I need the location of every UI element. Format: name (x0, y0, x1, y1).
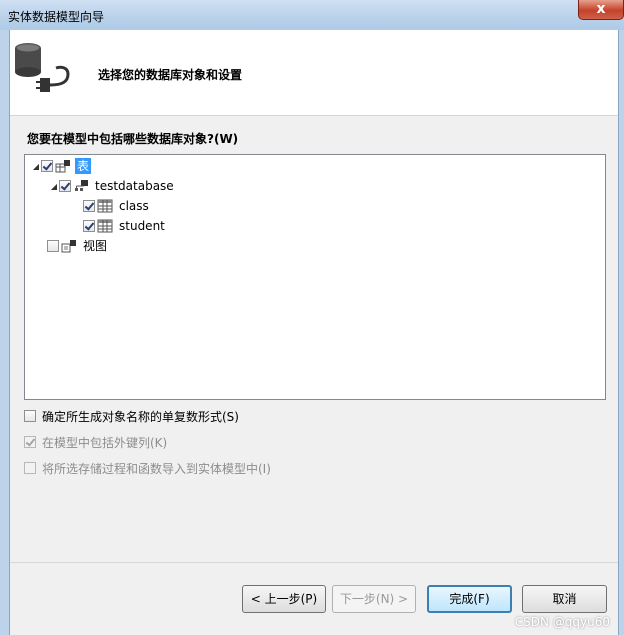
table-label[interactable]: student (117, 218, 167, 234)
window-title: 实体数据模型向导 (8, 10, 105, 24)
import-procedures-option: 将所选存储过程和函数导入到实体模型中(I) (24, 460, 271, 476)
page-title: 选择您的数据库对象和设置 (98, 68, 243, 82)
pluralize-label[interactable]: 确定所生成对象名称的单复数形式(S) (42, 408, 239, 425)
collapse-triangle-icon[interactable]: ◢ (49, 181, 59, 191)
views-label[interactable]: 视图 (81, 238, 109, 254)
watermark: CSDN @qqyu60 (514, 615, 610, 629)
foreign-keys-option: 在模型中包括外键列(K) (24, 434, 167, 450)
table-checkbox[interactable] (83, 220, 95, 232)
database-schema-icon (75, 180, 88, 191)
finish-button[interactable]: 完成(F) (427, 585, 512, 613)
window-frame-right (618, 30, 624, 635)
tables-label[interactable]: 表 (75, 158, 92, 174)
foreign-keys-checkbox (24, 436, 36, 448)
objects-question: 您要在模型中包括哪些数据库对象?(W) (27, 132, 239, 146)
cancel-button[interactable]: 取消 (522, 585, 607, 613)
tables-checkbox[interactable] (41, 160, 53, 172)
close-icon: x (596, 1, 606, 17)
tree-node-views[interactable]: 视图 (47, 237, 109, 255)
tree-node-database[interactable]: ◢ testdatabase (49, 177, 176, 195)
database-objects-tree[interactable]: ◢ 表 ◢ testdatabase class student 视图 (24, 154, 606, 400)
table-checkbox[interactable] (83, 200, 95, 212)
wizard-content: 您要在模型中包括哪些数据库对象?(W) ◢ 表 ◢ testdatabase c… (10, 116, 618, 556)
database-checkbox[interactable] (59, 180, 71, 192)
table-grid-icon (97, 219, 113, 233)
database-plug-icon (15, 43, 70, 92)
next-button: 下一步(N) > (332, 585, 416, 613)
footer-divider (10, 562, 618, 563)
title-bar[interactable]: 实体数据模型向导 x (0, 0, 624, 30)
wizard-window: 实体数据模型向导 x 选择您的数据库对象和设置 您要在模型中包括哪些数据库对象?… (0, 0, 624, 635)
table-grid-icon (97, 199, 113, 213)
pluralize-checkbox[interactable] (24, 410, 36, 422)
window-frame-left (0, 30, 10, 635)
pluralize-option[interactable]: 确定所生成对象名称的单复数形式(S) (24, 408, 239, 424)
import-procedures-checkbox (24, 462, 36, 474)
foreign-keys-label: 在模型中包括外键列(K) (42, 435, 168, 450)
tree-node-tables[interactable]: ◢ 表 (31, 157, 92, 175)
view-group-icon (61, 240, 76, 253)
wizard-header: 选择您的数据库对象和设置 (10, 30, 618, 116)
table-group-icon (55, 160, 70, 173)
table-label[interactable]: class (117, 198, 151, 214)
import-procedures-label: 将所选存储过程和函数导入到实体模型中(I) (42, 461, 271, 476)
previous-button[interactable]: < 上一步(P) (242, 585, 326, 613)
collapse-triangle-icon[interactable]: ◢ (31, 161, 41, 171)
tree-node-table[interactable]: student (83, 217, 167, 235)
tree-node-table[interactable]: class (83, 197, 151, 215)
views-checkbox[interactable] (47, 240, 59, 252)
close-button[interactable]: x (578, 0, 624, 20)
database-label[interactable]: testdatabase (93, 178, 176, 194)
